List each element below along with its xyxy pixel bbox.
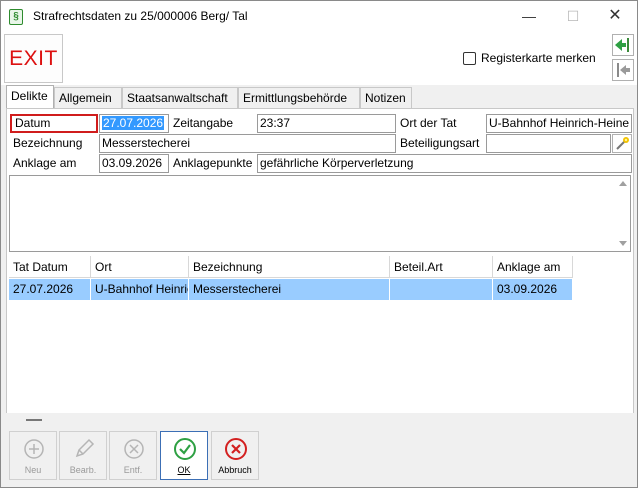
delikte-table: Tat Datum Ort Bezeichnung Beteil.Art Ank… (9, 256, 631, 413)
remove-button[interactable]: Entf. (109, 431, 157, 480)
register-checkbox[interactable] (463, 52, 476, 65)
anklage-field[interactable]: 03.09.2026 (99, 154, 169, 173)
pencil-icon (75, 438, 95, 458)
x-circle-icon (124, 439, 144, 459)
ok-button-label: OK (177, 465, 191, 475)
tab-delikte[interactable]: Delikte (6, 85, 54, 108)
back-arrow-button[interactable] (612, 59, 634, 81)
table-header-ort[interactable]: Ort (91, 256, 189, 278)
x-circle-red-icon (225, 438, 247, 460)
register-checkbox-label[interactable]: Registerkarte merken (481, 51, 596, 65)
datum-value: 27.07.2026 (102, 116, 165, 130)
new-button-label: Neu (24, 465, 42, 475)
datum-label: Datum (10, 114, 98, 133)
ort-label: Ort der Tat (400, 116, 457, 130)
title-bar: § Strafrechtsdaten zu 25/000006 Berg/ Ta… (1, 1, 637, 32)
bezeichnung-label: Bezeichnung (13, 136, 83, 150)
magic-wand-icon (616, 137, 629, 150)
cell-tat-datum: 27.07.2026 (9, 279, 91, 300)
table-header-beteil-art[interactable]: Beteil.Art (390, 256, 493, 278)
cancel-button[interactable]: Abbruch (211, 431, 259, 480)
splitter-grip[interactable] (26, 419, 42, 421)
check-circle-icon (174, 438, 196, 460)
window-title: Strafrechtsdaten zu 25/000006 Berg/ Tal (33, 9, 248, 23)
minimize-button[interactable]: — (509, 5, 549, 27)
tab-ermittlungsbehoerde[interactable]: Ermittlungsbehörde (238, 87, 360, 108)
datum-field[interactable]: 27.07.2026 (99, 114, 169, 133)
cell-anklage-am: 03.09.2026 (493, 279, 573, 300)
paragraph-icon: § (9, 9, 23, 25)
cell-ort: U-Bahnhof Heinrich-Heine (91, 279, 189, 300)
beteiligungsart-lookup-button[interactable] (612, 134, 632, 153)
cancel-button-label: Abbruch (218, 465, 252, 475)
beteiligungsart-field[interactable] (486, 134, 611, 153)
splitter-bar[interactable] (6, 413, 634, 426)
scroll-down-icon[interactable] (619, 241, 627, 246)
edit-button-label: Bearb. (69, 465, 97, 475)
tab-staatsanwaltschaft[interactable]: Staatsanwaltschaft (122, 87, 238, 108)
tab-notizen[interactable]: Notizen (360, 87, 412, 108)
anklage-label: Anklage am (13, 156, 77, 170)
zeitangabe-field[interactable]: 23:37 (257, 114, 396, 133)
zeitangabe-label: Zeitangabe (173, 116, 234, 130)
table-header-tat-datum[interactable]: Tat Datum (9, 256, 91, 278)
ok-button[interactable]: OK (160, 431, 208, 480)
anklagepunkte-field[interactable]: gefährliche Körperverletzung (257, 154, 632, 173)
ort-field[interactable]: U-Bahnhof Heinrich-Heine (486, 114, 632, 133)
plus-circle-icon (24, 439, 44, 459)
anklagepunkte-label: Anklagepunkte (173, 156, 253, 170)
toolbar: EXIT Registerkarte merken (1, 32, 637, 85)
tab-allgemein[interactable]: Allgemein (54, 87, 122, 108)
gray-arrow-left-icon (617, 63, 630, 77)
exit-button[interactable]: EXIT (4, 34, 63, 83)
cell-bezeichnung: Messerstecherei (189, 279, 390, 300)
edit-button[interactable]: Bearb. (59, 431, 107, 480)
remove-button-label: Entf. (123, 465, 143, 475)
maximize-button[interactable]: ☐ (553, 5, 593, 27)
memo-scrollbar[interactable] (616, 176, 630, 251)
table-header-anklage-am[interactable]: Anklage am (493, 256, 573, 278)
delikt-memo[interactable] (9, 175, 631, 252)
close-button[interactable]: ✕ (595, 5, 635, 27)
new-button[interactable]: Neu (9, 431, 57, 480)
green-arrow-left-icon (615, 38, 629, 52)
cell-beteil-art (390, 279, 493, 300)
table-header-bezeichnung[interactable]: Bezeichnung (189, 256, 390, 278)
enter-arrow-button[interactable] (612, 34, 634, 56)
bezeichnung-field[interactable]: Messerstecherei (99, 134, 396, 153)
beteiligungsart-label: Beteiligungsart (400, 136, 480, 150)
scroll-up-icon[interactable] (619, 181, 627, 186)
dialog-window: § Strafrechtsdaten zu 25/000006 Berg/ Ta… (0, 0, 638, 488)
